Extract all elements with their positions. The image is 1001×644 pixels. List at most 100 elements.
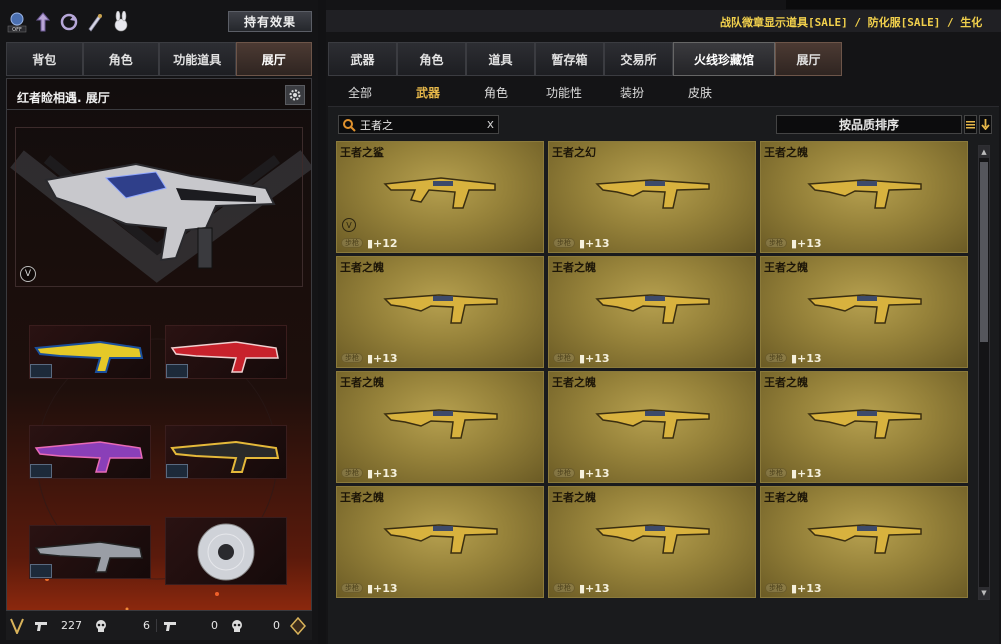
tab-showroom[interactable]: 展厅	[775, 42, 842, 76]
tab-backpack[interactable]: 背包	[6, 42, 83, 76]
shop-tabs: 武器 角色 道具 暂存箱 交易所 火线珍藏馆 展厅	[328, 42, 848, 76]
showroom-slot-6[interactable]	[165, 517, 287, 585]
scroll-thumb[interactable]	[980, 162, 988, 342]
kills-left-value: 227	[61, 619, 82, 632]
top-icon-bar: OFF	[6, 10, 132, 36]
slot-mini-badge	[166, 364, 188, 378]
announcement-marquee: 战队微章显示道具[SALE] / 防化服[SALE] / 生化	[326, 10, 1001, 32]
item-level: ▮+13	[579, 352, 610, 365]
item-card[interactable]: 王者之魄 步枪 ▮+13	[760, 141, 968, 253]
tab-showroom[interactable]: 展厅	[235, 42, 312, 76]
subtab-weapons[interactable]: 武器	[394, 78, 462, 106]
item-card[interactable]: 王者之魄 步枪 ▮+13	[548, 371, 756, 483]
list-sort-button[interactable]	[964, 115, 977, 134]
search-icon	[343, 118, 356, 132]
deaths-left-value: 6	[143, 619, 150, 632]
off-label: OFF	[12, 27, 22, 33]
refresh-icon[interactable]	[58, 10, 80, 34]
scroll-up-button[interactable]: ▲	[979, 146, 989, 158]
item-level: ▮+13	[367, 352, 398, 365]
tab-items[interactable]: 道具	[466, 42, 535, 76]
deaths-right-value: 0	[273, 619, 280, 632]
item-card[interactable]: 王者之魄 步枪 ▮+13	[760, 371, 968, 483]
item-card[interactable]: 王者之魄 步枪 ▮+13	[336, 371, 544, 483]
item-card[interactable]: 王者之魄 步枪 ▮+13	[336, 256, 544, 368]
showroom-slot-1[interactable]	[29, 325, 151, 379]
slot-mini-badge	[30, 564, 52, 578]
v-badge-icon: V	[342, 218, 356, 232]
item-name: 王者之魄	[552, 491, 596, 504]
sword-icon[interactable]	[84, 10, 106, 34]
item-type-tag: 步枪	[341, 238, 363, 248]
item-type-tag: 步枪	[341, 353, 363, 363]
off-toggle-icon[interactable]: OFF	[6, 10, 28, 34]
m4-rifle-image	[383, 294, 498, 324]
item-name: 王者之魄	[764, 261, 808, 274]
featured-weapon-display[interactable]: V	[15, 127, 303, 287]
showroom-title: 红者睑相遇. 展厅	[17, 91, 110, 105]
tab-weapons[interactable]: 武器	[328, 42, 397, 76]
item-type-tag: 步枪	[341, 583, 363, 593]
item-type-tag: 步枪	[765, 238, 787, 248]
item-level: ▮+13	[791, 237, 822, 250]
inventory-panel: OFF 持有效果 背包 角色 功能道具 展厅 红者睑相遇. 展厅 V 227 6…	[0, 0, 318, 644]
sort-direction-button[interactable]	[979, 115, 992, 134]
showroom-settings-button[interactable]	[285, 85, 305, 105]
disc-icon	[197, 523, 255, 581]
item-name: 王者之魄	[340, 491, 384, 504]
item-card-grid: 王者之鲨 V 步枪 ▮+12 王者之幻 步枪 ▮+13 王者之魄 步枪 ▮+13 王者之魄 步枪 ▮+1…	[336, 141, 970, 639]
m4-rifle-image	[383, 409, 498, 439]
featured-rifle-image	[44, 162, 276, 269]
subtab-functional[interactable]: 功能性	[530, 78, 598, 106]
tab-functional-items[interactable]: 功能道具	[159, 42, 236, 76]
search-input[interactable]	[360, 118, 480, 131]
item-card[interactable]: 王者之魄 步枪 ▮+13	[548, 486, 756, 598]
tab-exchange[interactable]: 交易所	[604, 42, 673, 76]
tab-character[interactable]: 角色	[82, 42, 159, 76]
tab-characters[interactable]: 角色	[397, 42, 466, 76]
holding-effect-button[interactable]: 持有效果	[228, 11, 312, 32]
item-level: ▮+13	[791, 582, 822, 595]
m4-rifle-image	[807, 294, 922, 324]
showroom-slot-4[interactable]	[165, 425, 287, 479]
tab-collection-hall[interactable]: 火线珍藏馆	[673, 42, 775, 76]
showroom-divider	[7, 109, 311, 110]
item-level: ▮+13	[367, 582, 398, 595]
tab-storage-box[interactable]: 暂存箱	[535, 42, 604, 76]
m4-rifle-image	[595, 524, 710, 554]
item-card[interactable]: 王者之魄步枪 ▮+13	[336, 486, 544, 598]
grid-scrollbar[interactable]: ▲ ▼	[978, 145, 990, 600]
item-card[interactable]: 王者之幻 步枪 ▮+13	[548, 141, 756, 253]
item-card[interactable]: 王者之魄 步枪 ▮+13	[548, 256, 756, 368]
item-card[interactable]: 王者之魄 步枪 ▮+13	[760, 486, 968, 598]
sort-controls	[964, 115, 992, 134]
showroom-slot-2[interactable]	[165, 325, 287, 379]
item-type-tag: 步枪	[341, 468, 363, 478]
subtab-outfits[interactable]: 装扮	[598, 78, 666, 106]
item-type-tag: 步枪	[765, 353, 787, 363]
item-name: 王者之魄	[764, 376, 808, 389]
item-type-tag: 步枪	[553, 583, 575, 593]
subtab-skins[interactable]: 皮肤	[666, 78, 734, 106]
subtab-all[interactable]: 全部	[326, 78, 394, 106]
header-strip	[786, 0, 1001, 9]
item-level: ▮+13	[367, 467, 398, 480]
stat-deaths-right: 0	[224, 619, 286, 632]
item-name: 王者之魄	[764, 491, 808, 504]
sort-dropdown[interactable]: 按品质排序	[776, 115, 962, 134]
rabbit-icon[interactable]	[110, 10, 132, 34]
list-icon	[966, 121, 975, 129]
item-card[interactable]: 王者之鲨 V 步枪 ▮+12	[336, 141, 544, 253]
item-type-tag: 步枪	[553, 468, 575, 478]
m4-rifle-image	[807, 524, 922, 554]
item-type-tag: 步枪	[553, 353, 575, 363]
scroll-down-button[interactable]: ▼	[979, 587, 989, 599]
slot-mini-badge	[30, 364, 52, 378]
subtab-characters[interactable]: 角色	[462, 78, 530, 106]
kills-right-value: 0	[211, 619, 218, 632]
item-card[interactable]: 王者之魄 步枪 ▮+13	[760, 256, 968, 368]
showroom-slot-3[interactable]	[29, 425, 151, 479]
showroom-slot-5[interactable]	[29, 525, 151, 579]
clear-search-button[interactable]: x	[487, 117, 494, 131]
upgrade-arrow-icon[interactable]	[32, 10, 54, 34]
